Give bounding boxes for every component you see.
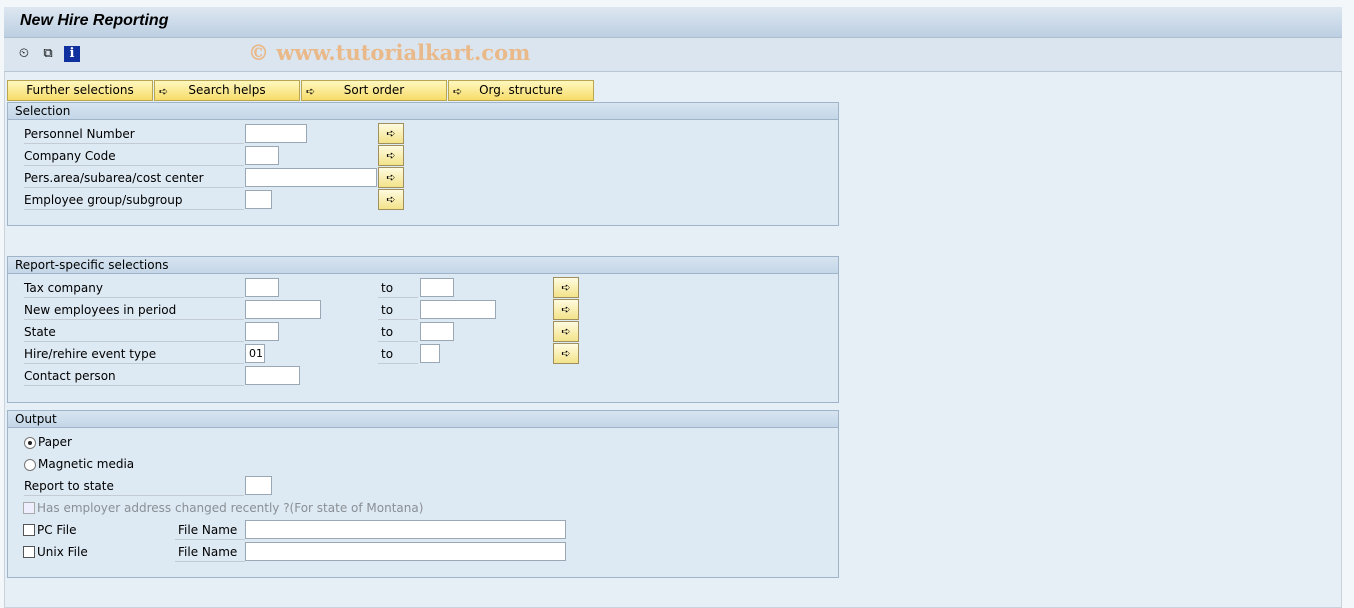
contact-person-label: Contact person: [24, 366, 244, 386]
pers-area-label: Pers.area/subarea/cost center: [24, 168, 244, 188]
magnetic-media-radio[interactable]: [24, 459, 36, 471]
multiple-selection-button[interactable]: ➪: [553, 277, 579, 298]
event-type-label: Hire/rehire event type: [24, 344, 244, 364]
tab-sort-order[interactable]: ➪ Sort order: [301, 80, 447, 101]
variants-icon[interactable]: ⧉: [40, 46, 56, 62]
new-employees-to-input[interactable]: [420, 300, 496, 319]
group-title: Selection: [8, 103, 838, 120]
paper-label: Paper: [38, 435, 72, 449]
to-label: to: [378, 344, 418, 364]
execute-icon[interactable]: ⏲: [16, 46, 32, 62]
tab-search-helps[interactable]: ➪ Search helps: [154, 80, 300, 101]
event-type-to-input[interactable]: [420, 344, 440, 363]
contact-person-input[interactable]: [245, 366, 300, 385]
to-label: to: [378, 278, 418, 298]
multiple-selection-button[interactable]: ➪: [553, 321, 579, 342]
arrow-right-icon: ➪: [453, 85, 463, 98]
unix-file-label: Unix File: [37, 545, 88, 559]
tab-label: Org. structure: [479, 83, 563, 97]
state-from-input[interactable]: [245, 322, 279, 341]
tab-org-structure[interactable]: ➪ Org. structure: [448, 80, 594, 101]
multiple-selection-button[interactable]: ➪: [378, 145, 404, 166]
pc-file-label: PC File: [37, 523, 77, 537]
multiple-selection-button[interactable]: ➪: [378, 167, 404, 188]
report-to-state-label: Report to state: [24, 476, 244, 496]
multiple-selection-button[interactable]: ➪: [378, 189, 404, 210]
title-bar: [4, 7, 1342, 38]
group-title: Output: [8, 411, 838, 428]
tab-further-selections[interactable]: Further selections: [7, 80, 153, 101]
employer-changed-label: Has employer address changed recently ?(…: [37, 501, 424, 515]
unix-file-checkbox[interactable]: [23, 546, 35, 558]
arrow-right-icon: ➪: [159, 85, 169, 98]
tax-company-to-input[interactable]: [420, 278, 454, 297]
employee-group-label: Employee group/subgroup: [24, 190, 244, 210]
tab-label: Sort order: [343, 83, 405, 97]
application-toolbar: [4, 38, 1342, 72]
personnel-number-label: Personnel Number: [24, 124, 244, 144]
company-code-input[interactable]: [245, 146, 279, 165]
page-title: New Hire Reporting: [20, 12, 169, 29]
multiple-selection-button[interactable]: ➪: [553, 343, 579, 364]
multiple-selection-button[interactable]: ➪: [553, 299, 579, 320]
group-title: Report-specific selections: [8, 257, 838, 274]
unix-file-name-input[interactable]: [245, 542, 566, 561]
tab-label: Search helps: [188, 83, 266, 97]
pc-file-name-input[interactable]: [245, 520, 566, 539]
state-label: State: [24, 322, 244, 342]
employer-changed-checkbox[interactable]: [23, 502, 35, 514]
personnel-number-input[interactable]: [245, 124, 307, 143]
tax-company-label: Tax company: [24, 278, 244, 298]
magnetic-media-label: Magnetic media: [38, 457, 135, 471]
pers-area-input[interactable]: [245, 168, 377, 187]
file-name-label: File Name: [175, 520, 245, 540]
state-to-input[interactable]: [420, 322, 454, 341]
multiple-selection-button[interactable]: ➪: [378, 123, 404, 144]
event-type-from-input[interactable]: 01: [245, 344, 265, 363]
watermark: © www.tutorialkart.com: [248, 40, 531, 65]
employee-group-input[interactable]: [245, 190, 272, 209]
new-employees-label: New employees in period: [24, 300, 244, 320]
tax-company-from-input[interactable]: [245, 278, 279, 297]
company-code-label: Company Code: [24, 146, 244, 166]
tab-label: Further selections: [26, 83, 134, 97]
to-label: to: [378, 300, 418, 320]
file-name-label: File Name: [175, 542, 245, 562]
info-icon[interactable]: i: [64, 46, 80, 62]
to-label: to: [378, 322, 418, 342]
report-to-state-input[interactable]: [245, 476, 272, 495]
paper-radio[interactable]: [24, 437, 36, 449]
new-employees-from-input[interactable]: [245, 300, 321, 319]
pc-file-checkbox[interactable]: [23, 524, 35, 536]
arrow-right-icon: ➪: [306, 85, 316, 98]
